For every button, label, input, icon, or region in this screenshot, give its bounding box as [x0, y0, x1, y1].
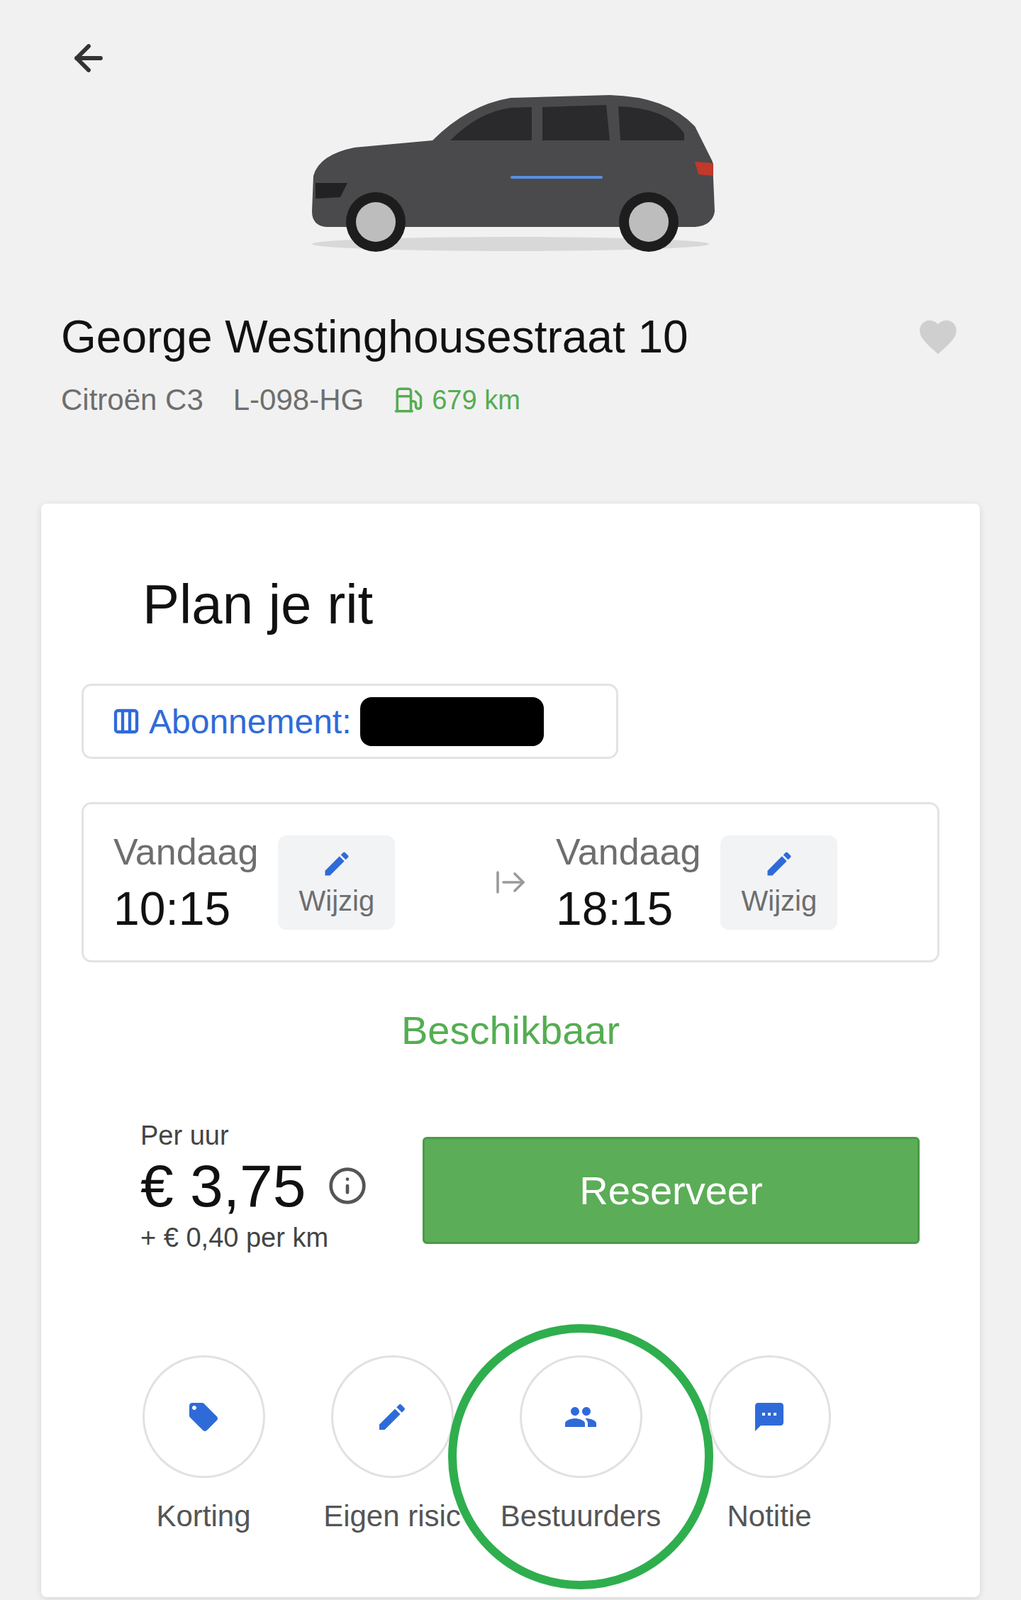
start-time: Vandaag 10:15 Wijzig: [113, 830, 466, 934]
date-range: Vandaag 10:15 Wijzig Vandaag 18:15 Wijzig: [81, 801, 940, 963]
reserve-button[interactable]: Reserveer: [422, 1136, 920, 1244]
price-extra: + € 0,40 per km: [140, 1219, 368, 1255]
action-label: Eigen risic: [323, 1498, 461, 1534]
arrow-right-icon: [493, 865, 528, 900]
plan-card: Plan je rit Abonnement: Vandaag 10:15 Wijzig…: [41, 503, 980, 1597]
price-amount: € 3,75: [140, 1151, 307, 1220]
arrow-left-icon: [68, 37, 110, 79]
subscription-selector[interactable]: Abonnement:: [81, 683, 619, 759]
tag-icon: [186, 1399, 221, 1434]
top-bar: [0, 0, 1021, 77]
highlight-ring: [448, 1323, 714, 1589]
action-button[interactable]: [708, 1354, 831, 1478]
info-icon[interactable]: [327, 1165, 368, 1206]
edit-label: Wijzig: [741, 884, 818, 917]
chat-icon: [752, 1399, 787, 1434]
drivers-action: Bestuurders: [486, 1354, 675, 1534]
title-row: George Westinghousestraat 10: [0, 308, 1021, 366]
license-plate: L-098-HG: [233, 382, 364, 417]
people-icon: [563, 1399, 598, 1434]
redaction-box: [360, 696, 544, 746]
edit-label: Wijzig: [299, 884, 376, 917]
subscription-icon: [112, 706, 141, 736]
favorite-button[interactable]: [916, 314, 961, 359]
car-model: Citroën C3: [60, 382, 204, 417]
location-title: George Westinghousestraat 10: [60, 308, 689, 366]
pencil-icon: [321, 847, 353, 880]
back-button[interactable]: [68, 39, 114, 77]
car-image-wrap: [0, 76, 1021, 256]
heart-icon: [916, 314, 961, 359]
action-button[interactable]: [519, 1354, 643, 1478]
datetime: Vandaag 10:15: [113, 830, 259, 934]
time-text: 10:15: [113, 882, 259, 934]
price-label: Per uur: [140, 1118, 368, 1152]
actions-row: Korting Eigen risic Bestuurders Notitie: [81, 1354, 940, 1534]
price-row: Per uur€ 3,75+ € 0,40 per kmReserveer: [81, 1136, 940, 1255]
time-text: 18:15: [555, 882, 701, 934]
arrow-mark: [493, 865, 528, 900]
day-text: Vandaag: [113, 830, 259, 873]
pencil-icon: [375, 1399, 410, 1434]
action-label: Korting: [155, 1498, 251, 1534]
end-time: Vandaag 18:15 Wijzig: [555, 830, 908, 934]
card-title: Plan je rit: [142, 574, 940, 634]
edit-button[interactable]: Wijzig: [277, 835, 395, 930]
action-label: Bestuurders: [500, 1498, 661, 1534]
action-button[interactable]: [331, 1354, 454, 1478]
action-label: Notitie: [726, 1498, 812, 1534]
fuel-icon: [393, 385, 424, 415]
deductible-action: Eigen risic: [297, 1354, 487, 1534]
car-detail-page: George Westinghousestraat 10 Citroën C3 L-…: [0, 0, 1021, 1600]
subscription-label: Abonnement:: [148, 701, 352, 741]
datetime: Vandaag 18:15: [555, 830, 701, 934]
note-action: Notitie: [674, 1354, 864, 1534]
car-image: [297, 76, 724, 256]
edit-button[interactable]: Wijzig: [720, 835, 838, 930]
availability-status: Beschikbaar: [81, 1004, 940, 1056]
discount-action: Korting: [109, 1354, 298, 1534]
pencil-icon: [763, 847, 795, 880]
action-button[interactable]: [142, 1354, 266, 1478]
fuel-range: 679 km: [393, 385, 521, 416]
day-text: Vandaag: [555, 830, 701, 873]
price-info: Per uur€ 3,75+ € 0,40 per km: [140, 1118, 368, 1255]
car-info-row: Citroën C3 L-098-HG 679 km: [0, 378, 1021, 422]
amount-row: € 3,75: [140, 1151, 368, 1220]
